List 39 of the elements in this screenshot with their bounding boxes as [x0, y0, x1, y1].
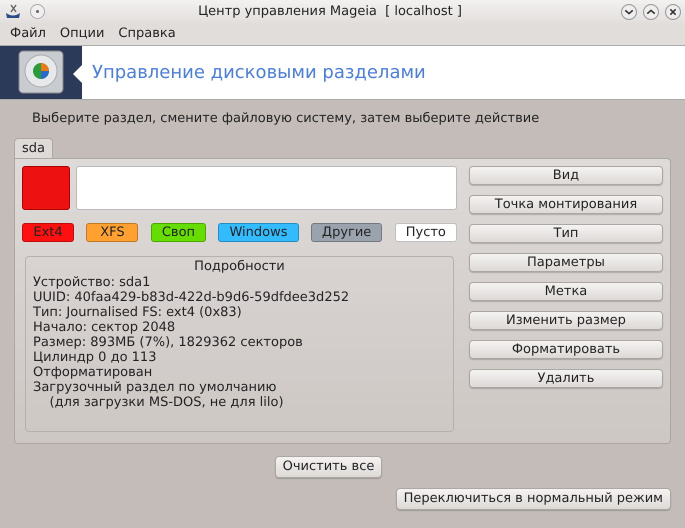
legend-item: XFS — [86, 223, 138, 242]
app-icon — [4, 2, 22, 20]
action-button[interactable]: Тип — [468, 224, 663, 243]
tab[interactable]: sda — [14, 138, 53, 158]
action-button[interactable]: Форматировать — [468, 340, 663, 359]
legend-item: Ext4 — [22, 223, 74, 242]
details-line: Отформатирован — [33, 365, 152, 380]
action-button[interactable]: Вид — [468, 166, 663, 185]
maximize-icon[interactable] — [643, 4, 659, 20]
action-button[interactable]: Удалить — [468, 369, 663, 388]
minimize-icon[interactable] — [621, 4, 637, 20]
details-line: Тип: Journalised FS: ext4 (0x83) — [33, 305, 242, 320]
details-line: Начало: сектор 2048 — [33, 320, 176, 335]
legend-item: Своп — [150, 223, 206, 242]
action-button[interactable]: Точка монтирования — [468, 195, 663, 214]
details-line: Устройство: sda1 — [33, 275, 150, 290]
details-line: Загрузочный раздел по умолчанию — [33, 380, 276, 395]
action-button[interactable]: Метка — [468, 282, 663, 301]
pin-button[interactable] — [30, 4, 45, 19]
menu-item[interactable]: Справка — [118, 24, 176, 44]
banner-title: Управление дисковыми разделами — [92, 61, 426, 85]
close-icon[interactable] — [665, 4, 681, 20]
action-button[interactable]: Параметры — [468, 253, 663, 272]
details-title: Подробности — [193, 259, 286, 275]
action-button[interactable]: Изменить размер — [468, 311, 663, 330]
details-line: (для загрузки MS-DOS, не для lilo) — [48, 395, 284, 410]
normal-mode-button[interactable]: Переключиться в нормальный режим — [396, 488, 671, 510]
window-title: Центр управления Mageia [ localhost ] — [197, 2, 463, 21]
details-line: Размер: 893МБ (7%), 1829362 секторов — [33, 335, 303, 350]
legend-item: Windows — [218, 223, 298, 242]
menu-item[interactable]: Файл — [10, 24, 46, 44]
details-line: UUID: 40faa429-b83d-422d-b9d6-59dfdee3d252 — [33, 290, 350, 305]
instruction-text: Выберите раздел, смените файловую систему, затем выберите действие — [32, 110, 540, 128]
banner-notch — [73, 64, 83, 84]
menu-item[interactable]: Опции — [60, 24, 104, 44]
legend-item: Пусто — [394, 223, 457, 242]
clear-all-button[interactable]: Очистить все — [274, 456, 382, 478]
legend-item: Другие — [310, 223, 382, 242]
details-line: Цилиндр 0 до 113 — [33, 350, 156, 365]
